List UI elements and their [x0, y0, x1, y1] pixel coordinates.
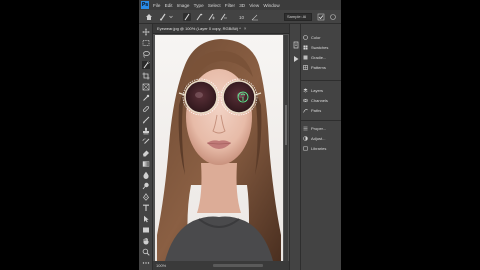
mode-add-icon[interactable] — [207, 13, 215, 21]
document-tab[interactable]: Eyewear.jpg @ 100% (Layer 0 copy, RGB/8#… — [153, 24, 289, 34]
move-icon[interactable] — [142, 28, 150, 36]
sample-layers-select[interactable]: Sample: Al — [284, 13, 312, 21]
panel-patterns[interactable]: Patterns — [303, 64, 341, 71]
panel-label: Swatches — [311, 45, 329, 50]
panel-libraries[interactable]: Libraries — [303, 145, 341, 152]
menu-select[interactable]: Select — [208, 3, 221, 8]
panel-group-properties: Proper... Adjust... Libraries — [301, 120, 341, 156]
mode-subtract-icon[interactable] — [219, 13, 227, 21]
mode-normal-icon[interactable] — [183, 13, 191, 21]
panel-swatches[interactable]: Swatches — [303, 44, 341, 51]
menu-image[interactable]: Image — [177, 3, 190, 8]
properties-icon — [303, 126, 308, 131]
canvas-vertical-scrollbar[interactable] — [284, 35, 288, 261]
path-select-icon[interactable] — [142, 215, 150, 223]
channels-icon — [303, 98, 308, 103]
blur-icon[interactable] — [142, 171, 150, 179]
scrollbar-thumb[interactable] — [285, 105, 287, 145]
mode-replace-icon[interactable] — [195, 13, 203, 21]
zoom-level[interactable]: 100% — [156, 263, 166, 268]
panel-label: Paths — [311, 108, 322, 113]
zoom-icon[interactable] — [142, 248, 150, 256]
menu-window[interactable]: Window — [263, 3, 279, 8]
adjustments-icon — [303, 136, 308, 141]
panel-label: Color — [311, 35, 321, 40]
eyedropper-icon[interactable] — [142, 94, 150, 102]
menu-file[interactable]: File — [153, 3, 160, 8]
pen-icon[interactable] — [142, 193, 150, 201]
actions-icon[interactable] — [292, 48, 300, 62]
portrait-photo — [155, 35, 283, 261]
panel-label: Patterns — [311, 65, 326, 70]
brush-preset-icon[interactable] — [159, 13, 167, 21]
options-bar: 10 Sample: Al — [139, 10, 341, 24]
swatches-icon — [303, 45, 308, 50]
stamp-icon[interactable] — [142, 127, 150, 135]
close-icon[interactable]: × — [244, 26, 247, 31]
panel-properties[interactable]: Proper... — [303, 125, 341, 132]
panel-label: Gradie... — [311, 55, 327, 60]
libraries-icon — [303, 146, 308, 151]
panel-layers[interactable]: Layers — [303, 87, 341, 94]
layers-icon — [303, 88, 308, 93]
panel-label: Adjust... — [311, 136, 326, 141]
panels-dock: Color Swatches Gradie... Patterns Layers — [301, 24, 341, 270]
panel-label: Channels — [311, 98, 328, 103]
dodge-icon[interactable] — [142, 182, 150, 190]
quick-select-icon[interactable] — [142, 61, 150, 69]
lasso-icon[interactable] — [142, 50, 150, 58]
menu-type[interactable]: Type — [194, 3, 204, 8]
status-bar: 100% — [153, 261, 289, 270]
home-icon[interactable] — [145, 13, 153, 21]
canvas-horizontal-scrollbar[interactable] — [213, 264, 263, 267]
panel-group-layers: Layers Channels Paths — [301, 80, 341, 118]
eraser-icon[interactable] — [142, 149, 150, 157]
history-icon[interactable] — [292, 34, 300, 49]
more-tools-icon[interactable] — [142, 259, 150, 267]
menu-bar: Ps File Edit Image Type Select Filter 3D… — [139, 0, 341, 10]
color-icon — [303, 35, 308, 40]
panel-group-color: Color Swatches Gradie... Patterns — [301, 30, 341, 74]
enhance-edge-checkbox[interactable] — [317, 13, 325, 21]
panel-color[interactable]: Color — [303, 34, 341, 41]
shape-icon[interactable] — [142, 226, 150, 234]
hand-icon[interactable] — [142, 237, 150, 245]
type-icon[interactable] — [142, 204, 150, 212]
document-tab-title: Eyewear.jpg @ 100% (Layer 0 copy, RGB/8#… — [157, 26, 241, 31]
gradients-icon — [303, 55, 308, 60]
panel-label: Layers — [311, 88, 324, 93]
select-and-mask-icon[interactable] — [329, 13, 337, 21]
healing-icon[interactable] — [142, 105, 150, 113]
panel-label: Libraries — [311, 146, 327, 151]
brush-size-value[interactable]: 10 — [239, 13, 244, 21]
menu-view[interactable]: View — [249, 3, 259, 8]
panel-adjustments[interactable]: Adjust... — [303, 135, 341, 142]
panel-channels[interactable]: Channels — [303, 97, 341, 104]
menu-filter[interactable]: Filter — [225, 3, 235, 8]
panel-label: Proper... — [311, 126, 327, 131]
crop-icon[interactable] — [142, 72, 150, 80]
patterns-icon — [303, 65, 308, 70]
panel-gradients[interactable]: Gradie... — [303, 54, 341, 61]
document-canvas[interactable] — [155, 35, 283, 261]
marquee-icon[interactable] — [142, 39, 150, 47]
brush-icon[interactable] — [142, 116, 150, 124]
collapsed-panel-strip — [289, 24, 301, 270]
tools-panel — [139, 24, 153, 270]
paths-icon — [303, 109, 308, 113]
photoshop-window: Ps File Edit Image Type Select Filter 3D… — [139, 0, 341, 270]
menu-edit[interactable]: Edit — [165, 3, 173, 8]
panel-paths[interactable]: Paths — [303, 107, 341, 114]
frame-icon[interactable] — [142, 83, 150, 91]
menu-3d[interactable]: 3D — [239, 3, 245, 8]
history-brush-icon[interactable] — [142, 138, 150, 146]
angle-icon[interactable] — [251, 13, 259, 21]
chevron-down-icon[interactable] — [169, 13, 173, 21]
gradient-icon[interactable] — [142, 160, 150, 168]
photoshop-logo: Ps — [141, 1, 149, 9]
